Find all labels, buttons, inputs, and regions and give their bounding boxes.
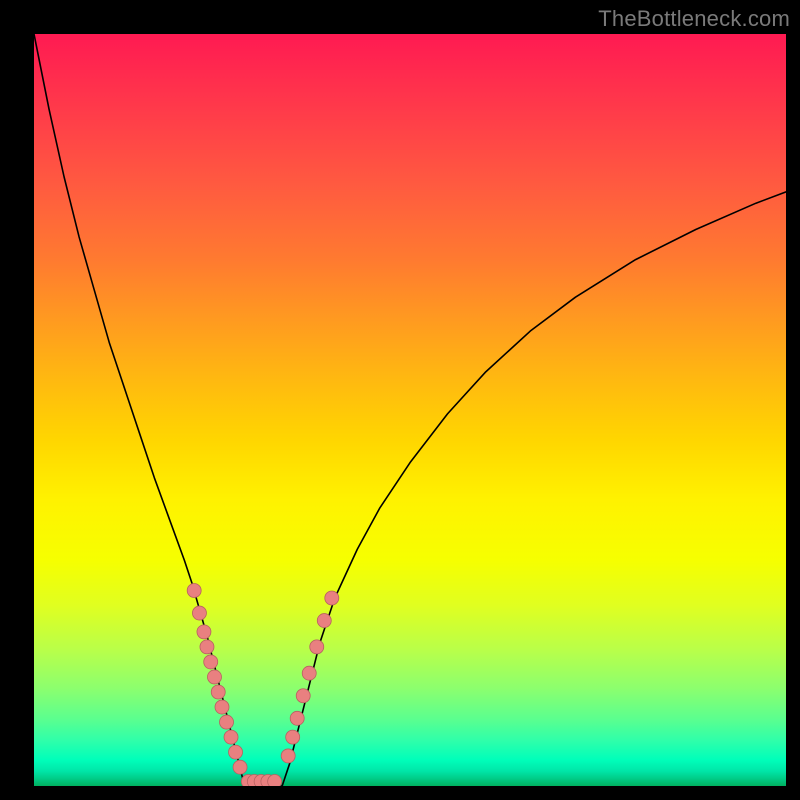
- data-dot: [207, 670, 221, 684]
- data-dot: [325, 591, 339, 605]
- data-dot: [211, 685, 225, 699]
- data-dot: [290, 711, 304, 725]
- data-dot: [187, 583, 201, 597]
- data-dot: [197, 625, 211, 639]
- plot-area: [34, 34, 786, 786]
- data-dots: [187, 583, 339, 786]
- data-dot: [317, 614, 331, 628]
- data-dot: [286, 730, 300, 744]
- data-dot: [220, 715, 234, 729]
- data-dot: [268, 774, 282, 786]
- data-dot: [200, 640, 214, 654]
- data-dot: [204, 655, 218, 669]
- chart-frame: TheBottleneck.com: [0, 0, 800, 800]
- watermark-label: TheBottleneck.com: [598, 6, 790, 32]
- data-dot: [224, 730, 238, 744]
- data-dot: [281, 749, 295, 763]
- data-dot: [296, 689, 310, 703]
- bottleneck-curve: [34, 34, 786, 786]
- data-dot: [215, 700, 229, 714]
- data-dot: [192, 606, 206, 620]
- chart-svg: [34, 34, 786, 786]
- data-dot: [302, 666, 316, 680]
- data-dot: [233, 760, 247, 774]
- data-dot: [229, 745, 243, 759]
- data-dot: [310, 640, 324, 654]
